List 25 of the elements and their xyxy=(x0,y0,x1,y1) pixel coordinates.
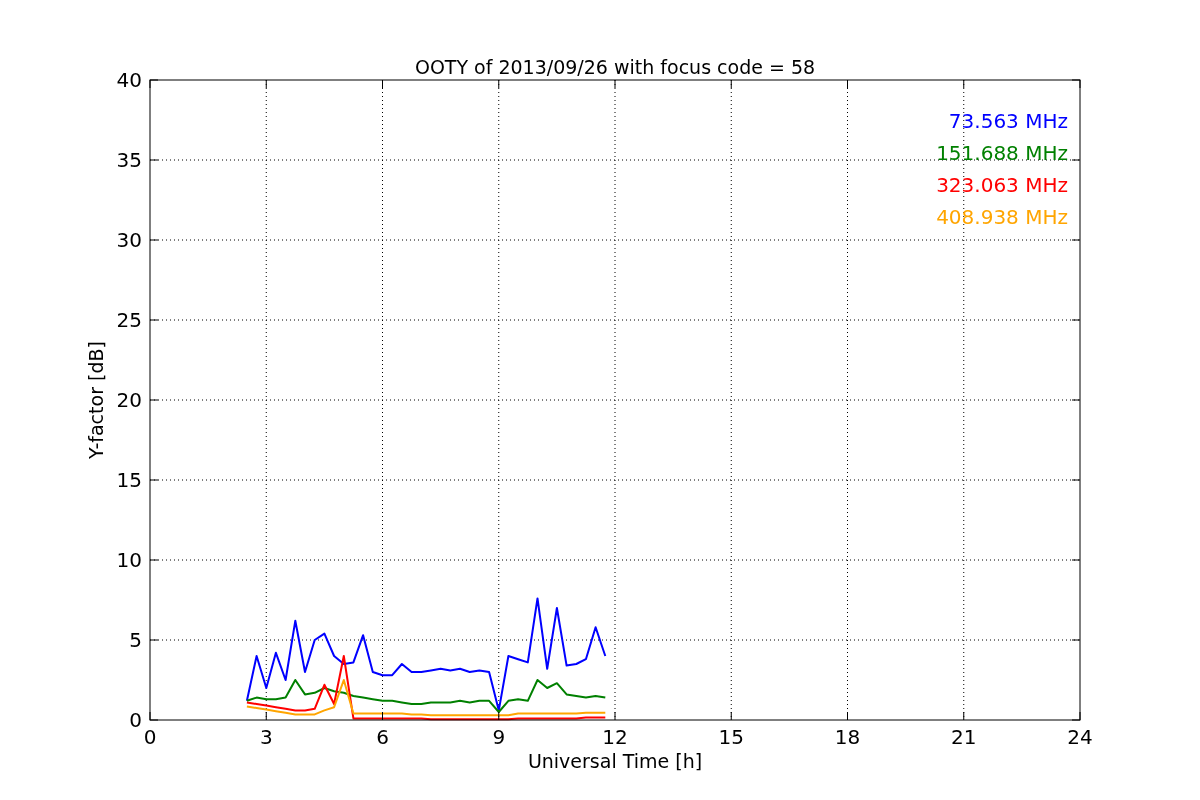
y-tick-label: 40 xyxy=(116,68,142,92)
y-tick-label: 35 xyxy=(116,148,142,172)
y-tick-label: 5 xyxy=(129,628,142,652)
x-tick-label: 18 xyxy=(834,725,861,749)
x-tick-label: 21 xyxy=(951,725,977,749)
x-tick-label: 6 xyxy=(376,725,389,749)
y-axis-label: Y-factor [dB] xyxy=(85,341,107,459)
y-tick-label: 20 xyxy=(116,388,142,412)
chart-title: OOTY of 2013/09/26 with focus code = 58 xyxy=(414,56,816,78)
y-tick-label: 30 xyxy=(116,228,142,252)
x-tick-label: 15 xyxy=(718,725,744,749)
y-tick-label: 10 xyxy=(116,548,142,572)
legend-label: 323.063 MHz xyxy=(936,173,1068,197)
y-tick-label: 15 xyxy=(116,468,142,492)
x-tick-label: 3 xyxy=(259,725,273,749)
y-tick-label: 25 xyxy=(116,308,142,332)
x-axis-label: Universal Time [h] xyxy=(527,750,703,772)
x-tick-label: 24 xyxy=(1067,725,1093,749)
legend-label: 408.938 MHz xyxy=(936,205,1068,229)
y-tick-label: 0 xyxy=(129,708,142,732)
x-tick-label: 0 xyxy=(143,725,157,749)
x-tick-label: 9 xyxy=(492,725,506,749)
legend-label: 151.688 MHz xyxy=(936,141,1068,165)
legend-label: 73.563 MHz xyxy=(948,109,1068,133)
x-tick-label: 12 xyxy=(602,725,628,749)
